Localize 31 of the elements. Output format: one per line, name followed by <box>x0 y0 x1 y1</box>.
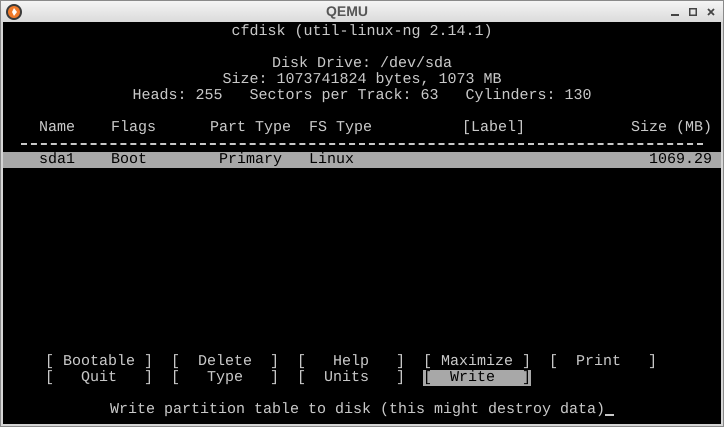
menu-button[interactable]: [ Maximize ] <box>423 354 532 370</box>
column-header: Name <box>39 119 76 136</box>
table-cell: sda1 <box>39 151 76 168</box>
disk-drive-text: Disk Drive: /dev/sda <box>272 55 452 72</box>
table-cell: Linux <box>309 151 354 168</box>
menu-button[interactable]: [ Units ] <box>297 370 406 386</box>
partition-row[interactable]: sda1 Boot Primary Linux 1069.29 <box>3 152 721 168</box>
menu-button[interactable]: [ Quit ] <box>45 370 154 386</box>
maximize-icon[interactable] <box>689 8 697 16</box>
text-cursor <box>605 414 614 416</box>
column-header: Part Type <box>210 119 292 136</box>
menu-button[interactable]: [ Help ] <box>297 354 406 370</box>
table-cell: 1069.29 <box>648 151 712 168</box>
column-header: FS Type <box>309 119 372 136</box>
column-header: [Label] <box>462 119 526 136</box>
table-cell: Boot <box>111 151 148 168</box>
app-logo-icon <box>5 2 23 20</box>
menu-button[interactable]: [ Bootable ] <box>45 354 154 370</box>
column-header: Flags <box>111 119 156 136</box>
program-title: cfdisk (util-linux-ng 2.14.1) <box>231 23 493 40</box>
disk-size-text: Size: 1073741824 bytes, 1073 MB <box>222 71 502 88</box>
window-title: QEMU <box>326 2 368 21</box>
menu-button[interactable]: [ Print ] <box>549 354 658 370</box>
disk-geometry-text: Heads: 255 Sectors per Track: 63 Cylinders: 130 <box>132 87 592 104</box>
table-cell: Primary <box>219 151 282 168</box>
status-message: Write partition table to disk (this might destroy data) <box>110 402 606 418</box>
menu-button[interactable]: [ Type ] <box>171 370 280 386</box>
menu-button[interactable]: [ Write ] <box>423 370 532 386</box>
column-header: Size (MB) <box>630 119 712 136</box>
close-icon[interactable] <box>707 8 715 16</box>
menu-button[interactable]: [ Delete ] <box>171 354 280 370</box>
